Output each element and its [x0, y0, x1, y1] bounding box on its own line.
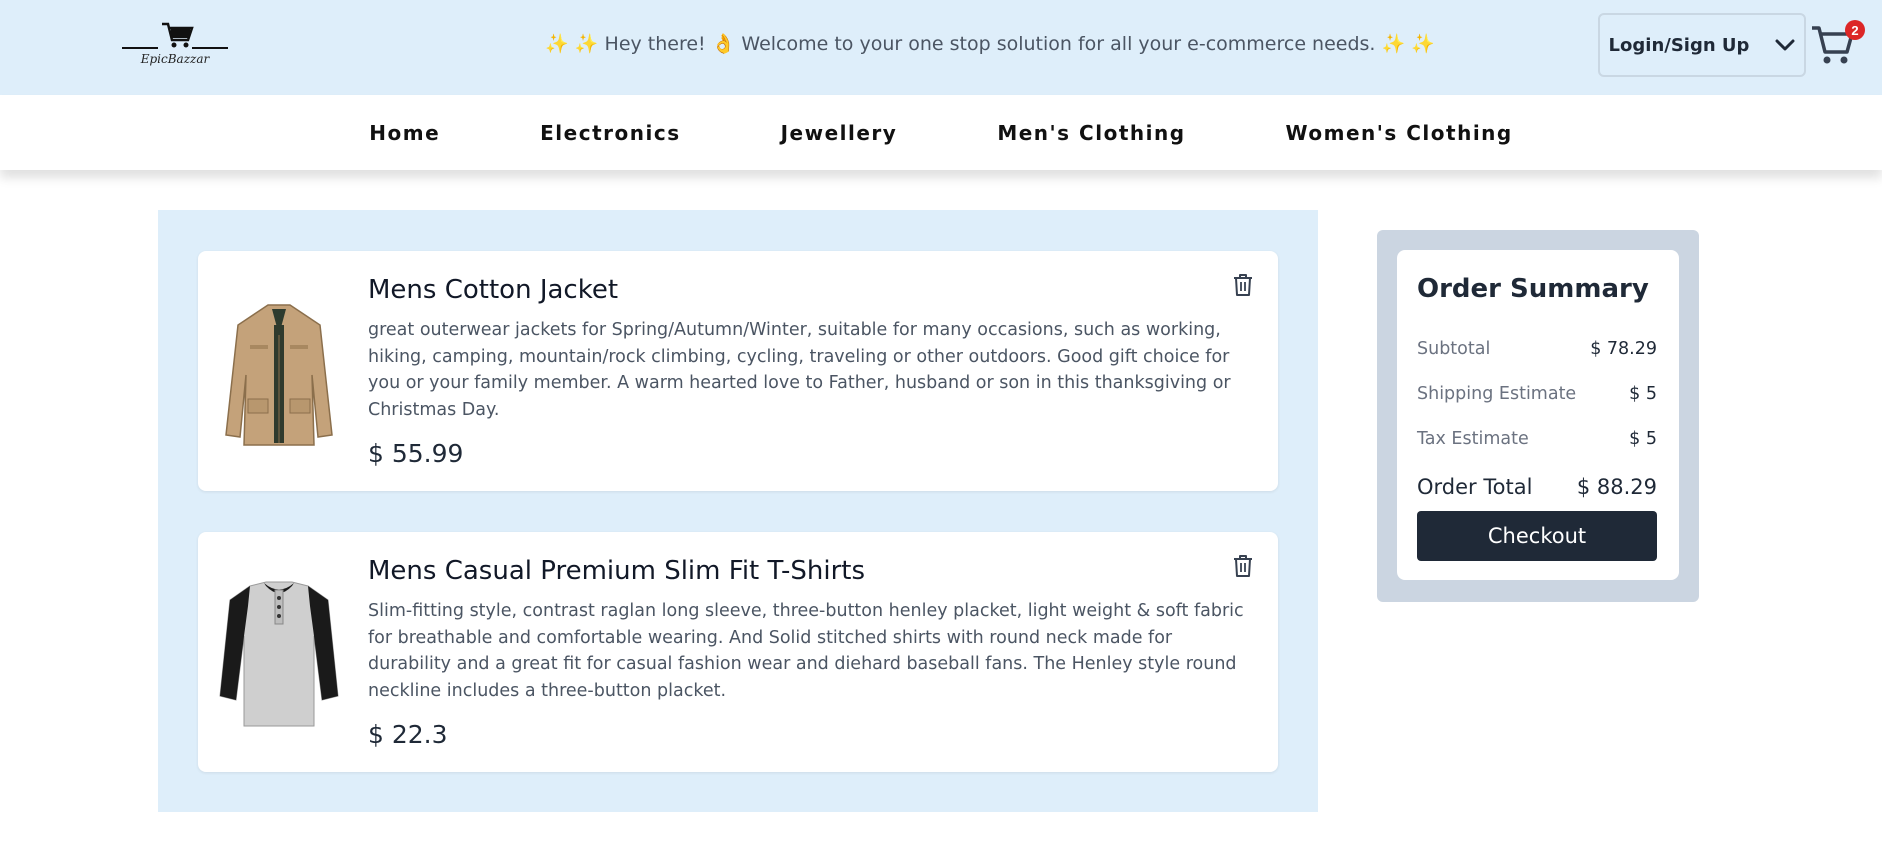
- chevron-down-icon: [1775, 39, 1795, 51]
- product-image-tshirt: [219, 581, 339, 727]
- trash-icon[interactable]: [1232, 554, 1254, 578]
- cart-item: Mens Cotton Jacket great outerwear jacke…: [198, 251, 1278, 491]
- logo-text: EpicBazzar: [140, 52, 210, 66]
- cart-count-badge: 2: [1845, 20, 1865, 40]
- trash-icon[interactable]: [1232, 273, 1254, 297]
- product-image-jacket: [225, 304, 333, 446]
- nav-womens-clothing[interactable]: Women's Clothing: [1286, 121, 1513, 145]
- nav-jewellery[interactable]: Jewellery: [781, 121, 898, 145]
- subtotal-label: Subtotal: [1417, 339, 1491, 359]
- subtotal-value: $ 78.29: [1590, 339, 1657, 359]
- total-label: Order Total: [1417, 475, 1533, 499]
- order-summary-panel: Order Summary Subtotal $ 78.29 Shipping …: [1377, 230, 1699, 602]
- summary-title: Order Summary: [1417, 274, 1649, 304]
- shipping-value: $ 5: [1629, 384, 1657, 404]
- item-description: great outerwear jackets for Spring/Autum…: [368, 320, 1231, 420]
- welcome-message: ✨ ✨ Hey there! 👌 Welcome to your one sto…: [545, 33, 1435, 55]
- shipping-row: Shipping Estimate $ 5: [1417, 384, 1657, 404]
- subtotal-row: Subtotal $ 78.29: [1417, 339, 1657, 359]
- category-nav: Home Electronics Jewellery Men's Clothin…: [0, 95, 1882, 170]
- login-label: Login/Sign Up: [1608, 34, 1750, 56]
- tax-row: Tax Estimate $ 5: [1417, 429, 1657, 449]
- cart-items-panel: Mens Cotton Jacket great outerwear jacke…: [158, 210, 1318, 812]
- tax-value: $ 5: [1629, 429, 1657, 449]
- nav-electronics[interactable]: Electronics: [540, 121, 680, 145]
- logo[interactable]: EpicBazzar: [120, 18, 230, 70]
- nav-home[interactable]: Home: [369, 121, 440, 145]
- order-summary-card: Order Summary Subtotal $ 78.29 Shipping …: [1397, 250, 1679, 580]
- item-title: Mens Casual Premium Slim Fit T-Shirts: [368, 556, 866, 586]
- shipping-label: Shipping Estimate: [1417, 384, 1577, 404]
- cart-logo-icon: [122, 22, 228, 49]
- total-row: Order Total $ 88.29: [1417, 475, 1657, 499]
- item-title: Mens Cotton Jacket: [368, 275, 619, 305]
- cart-item: Mens Casual Premium Slim Fit T-Shirts Sl…: [198, 532, 1278, 772]
- checkout-button[interactable]: Checkout: [1417, 511, 1657, 561]
- item-description: Slim-fitting style, contrast raglan long…: [368, 601, 1244, 701]
- item-price: $ 22.3: [368, 720, 448, 749]
- top-header: EpicBazzar ✨ ✨ Hey there! 👌 Welcome to y…: [0, 0, 1882, 95]
- tax-label: Tax Estimate: [1417, 429, 1529, 449]
- item-price: $ 55.99: [368, 439, 464, 468]
- total-value: $ 88.29: [1576, 475, 1657, 499]
- login-signup-button[interactable]: Login/Sign Up: [1598, 13, 1806, 77]
- nav-mens-clothing[interactable]: Men's Clothing: [997, 121, 1185, 145]
